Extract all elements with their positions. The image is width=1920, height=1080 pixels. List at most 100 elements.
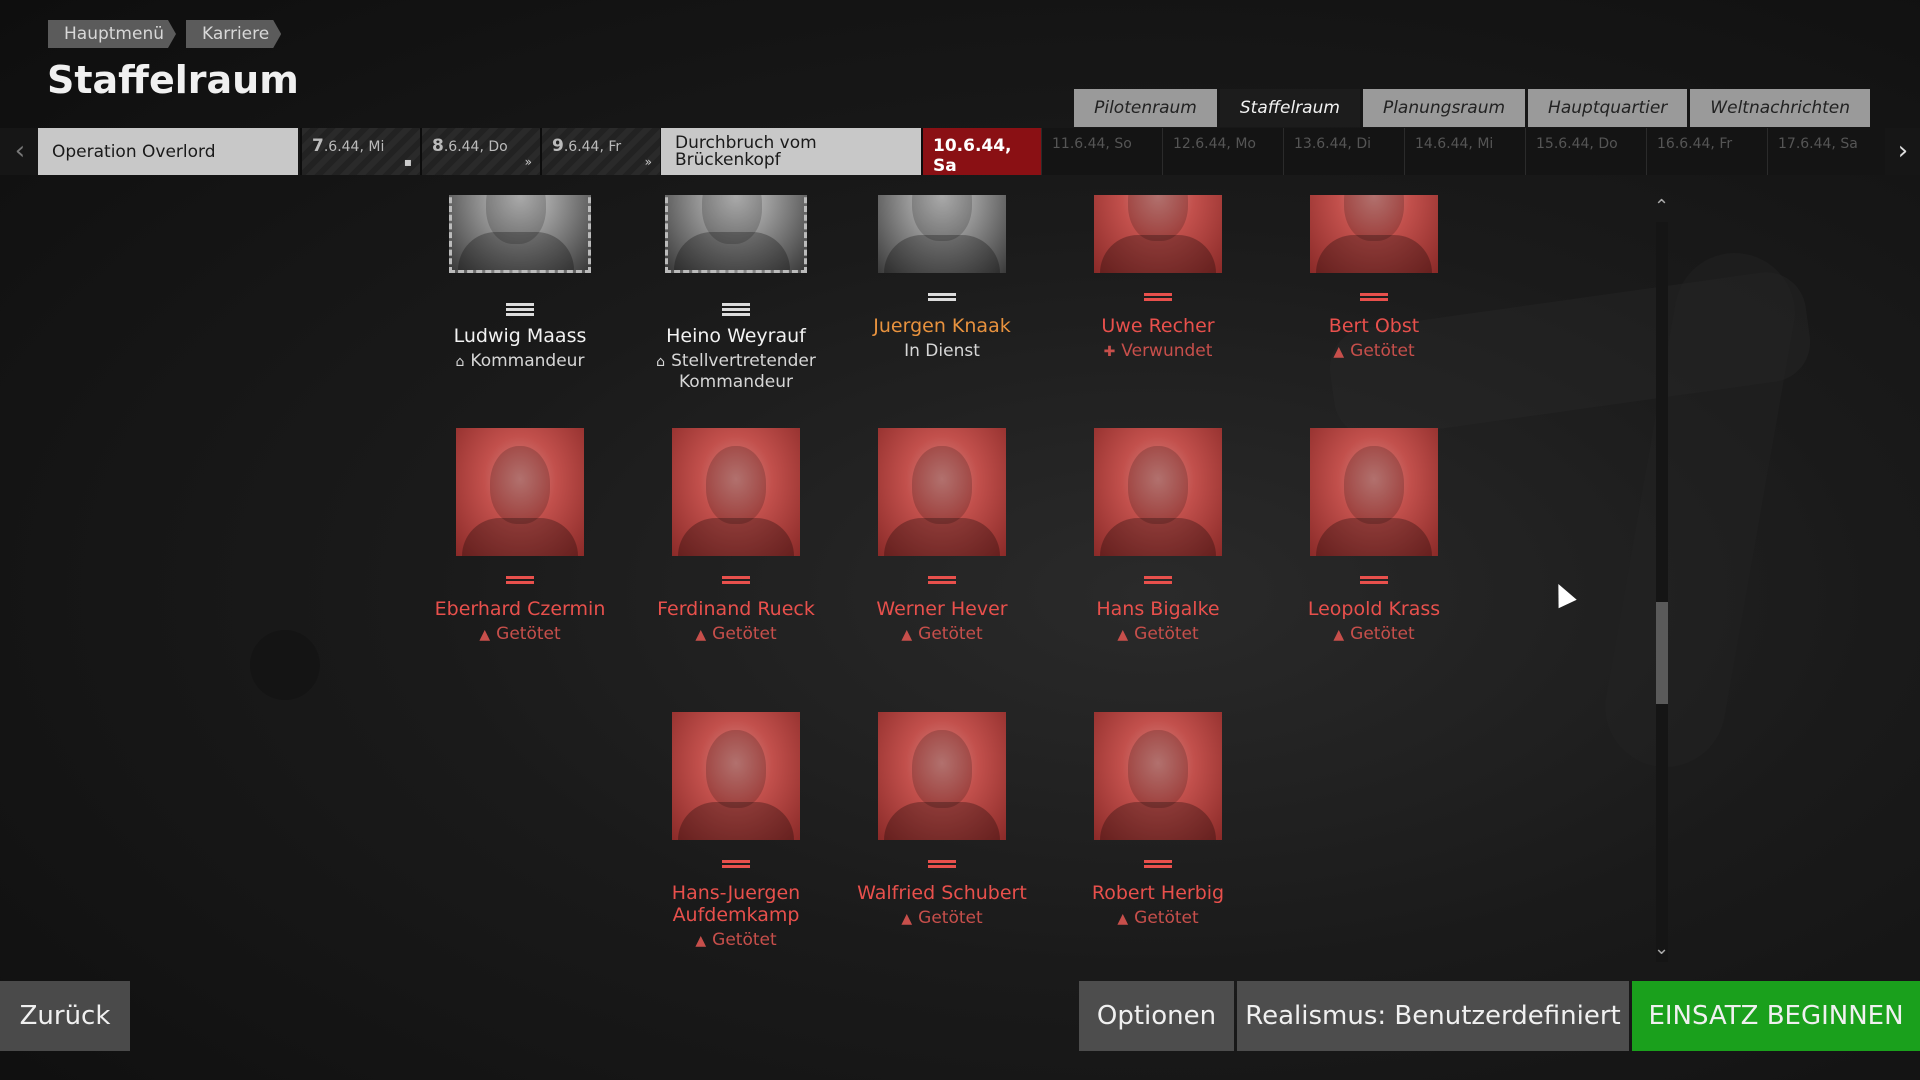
pilot-status: ▲ Getötet xyxy=(695,624,777,644)
rank-insignia-icon xyxy=(1144,293,1172,305)
gravestone-icon: ▲ xyxy=(695,627,707,643)
pilot-card[interactable]: Eberhard Czermin ▲ Getötet xyxy=(410,428,630,645)
rank-insignia-icon xyxy=(1144,860,1172,872)
timeline-day[interactable]: 7.6.44, Mi ▪ xyxy=(300,128,420,175)
rank-insignia-icon xyxy=(1144,576,1172,588)
medical-cross-icon: ✚ xyxy=(1103,344,1116,360)
pilot-portrait xyxy=(449,195,591,273)
pilot-status: In Dienst xyxy=(904,341,980,361)
day-label: .6.44, Do xyxy=(443,139,508,155)
start-mission-button[interactable]: EINSATZ BEGINNEN xyxy=(1632,981,1920,1051)
pilot-card[interactable]: Uwe Recher ✚ Verwundet xyxy=(1048,195,1268,362)
day-label: 16.6.44, Fr xyxy=(1657,136,1733,152)
timeline-day[interactable]: 14.6.44, Mi xyxy=(1404,128,1525,175)
pilot-status: ✚ Verwundet xyxy=(1103,341,1213,361)
timeline-day[interactable]: 8.6.44, Do » xyxy=(420,128,540,175)
pilot-card[interactable]: Leopold Krass ▲ Getötet xyxy=(1264,428,1484,645)
day-number: 7 xyxy=(312,136,324,156)
gravestone-icon: ▲ xyxy=(1117,627,1129,643)
realism-button[interactable]: Realismus: Benutzerdefiniert xyxy=(1237,981,1629,1051)
pilot-status: ⌂ Kommandeur xyxy=(455,351,585,371)
timeline-operation-overlord[interactable]: Operation Overlord xyxy=(38,128,298,175)
pilot-status: ▲ Getötet xyxy=(901,908,983,928)
pilot-portrait xyxy=(878,195,1006,273)
gravestone-icon: ▲ xyxy=(1333,344,1345,360)
pilot-card[interactable]: Ferdinand Rueck ▲ Getötet xyxy=(626,428,846,645)
pilot-name: Robert Herbig xyxy=(1091,882,1225,904)
pilot-name: Heino Weyrauf xyxy=(666,325,806,347)
day-label: 15.6.44, Do xyxy=(1536,136,1618,152)
pilot-status: ▲ Getötet xyxy=(1117,624,1199,644)
timeline-day[interactable]: 16.6.44, Fr xyxy=(1646,128,1767,175)
rank-insignia-icon xyxy=(722,860,750,872)
pilot-name: Ludwig Maass xyxy=(453,325,587,347)
pilot-card[interactable]: Juergen Knaak In Dienst xyxy=(832,195,1052,361)
background-wheel xyxy=(250,630,320,700)
rank-insignia-icon xyxy=(1360,576,1388,588)
timeline-day[interactable]: 13.6.44, Di xyxy=(1283,128,1404,175)
rank-insignia-icon xyxy=(722,303,750,316)
tab-pilotenraum[interactable]: Pilotenraum xyxy=(1074,89,1217,127)
timeline-operation-breakout[interactable]: Durchbruch vom Brückenkopf xyxy=(661,128,921,175)
campaign-timeline: ‹ Operation Overlord 7.6.44, Mi ▪ 8.6.44… xyxy=(0,128,1920,176)
tab-planungsraum[interactable]: Planungsraum xyxy=(1362,89,1526,127)
timeline-day[interactable]: 12.6.44, Mo xyxy=(1162,128,1283,175)
pilot-portrait xyxy=(878,428,1006,556)
pilot-name: Werner Hever xyxy=(876,598,1008,620)
pilot-name: Hans-Juergen Aufdemkamp xyxy=(671,882,801,926)
timeline-day[interactable]: 11.6.44, So xyxy=(1041,128,1162,175)
pilot-card[interactable]: Werner Hever ▲ Getötet xyxy=(832,428,1052,645)
page-title: Staffelraum xyxy=(47,58,299,102)
gravestone-icon: ▲ xyxy=(1117,911,1129,927)
pilot-name: Hans Bigalke xyxy=(1096,598,1220,620)
back-button[interactable]: Zurück xyxy=(0,981,130,1051)
scrollbar-thumb[interactable] xyxy=(1656,602,1668,704)
timeline-day[interactable]: 17.6.44, Sa xyxy=(1767,128,1885,175)
breadcrumb-main-menu[interactable]: Hauptmenü xyxy=(48,20,176,48)
pilot-portrait xyxy=(1310,195,1438,273)
day-label: .6.44, Mi xyxy=(323,139,385,155)
pilot-status: ▲ Getötet xyxy=(479,624,561,644)
options-button[interactable]: Optionen xyxy=(1079,981,1234,1051)
pilot-card[interactable]: Ludwig Maass ⌂ Kommandeur xyxy=(410,195,630,372)
scroll-up-icon[interactable]: ⌃ xyxy=(1654,196,1669,217)
pilot-portrait xyxy=(456,428,584,556)
roster-scrollbar[interactable] xyxy=(1656,222,1668,962)
timeline-day[interactable]: 15.6.44, Do xyxy=(1525,128,1646,175)
rank-insignia-icon xyxy=(506,303,534,316)
pilot-name: Ferdinand Rueck xyxy=(657,598,815,620)
timeline-prev-icon[interactable]: ‹ xyxy=(5,128,35,175)
room-tabs: Pilotenraum Staffelraum Planungsraum Hau… xyxy=(1071,89,1870,127)
tab-weltnachrichten[interactable]: Weltnachrichten xyxy=(1690,89,1870,127)
rank-insignia-icon xyxy=(506,576,534,588)
timeline-next-icon[interactable]: › xyxy=(1888,128,1918,175)
pilot-name: Leopold Krass xyxy=(1307,598,1441,620)
day-label: 17.6.44, Sa xyxy=(1778,136,1858,152)
day-label: 12.6.44, Mo xyxy=(1173,136,1256,152)
pilot-card[interactable]: Hans-Juergen Aufdemkamp ▲ Getötet xyxy=(626,712,846,951)
officer-cap-icon: ⌂ xyxy=(455,354,465,370)
pilot-card[interactable]: Hans Bigalke ▲ Getötet xyxy=(1048,428,1268,645)
pilot-card[interactable]: Walfried Schubert ▲ Getötet xyxy=(832,712,1052,929)
pilot-card[interactable]: Robert Herbig ▲ Getötet xyxy=(1048,712,1268,929)
scroll-down-icon[interactable]: ⌄ xyxy=(1654,938,1669,959)
pilot-status: ▲ Getötet xyxy=(695,930,777,950)
pilot-portrait xyxy=(1094,195,1222,273)
timeline-day-current[interactable]: 10.6.44, Sa xyxy=(921,128,1041,176)
pilot-card[interactable]: Heino Weyrauf ⌂ Stellvertretender Kommand… xyxy=(606,195,866,392)
tab-staffelraum[interactable]: Staffelraum xyxy=(1219,89,1360,127)
rank-insignia-icon xyxy=(928,576,956,588)
day-number: 9 xyxy=(552,136,564,156)
pilot-name: Bert Obst xyxy=(1328,315,1420,337)
breadcrumb: Hauptmenü Karriere xyxy=(48,20,291,48)
timeline-day[interactable]: 9.6.44, Fr » xyxy=(540,128,660,175)
rank-insignia-icon xyxy=(1360,293,1388,305)
gravestone-icon: ▲ xyxy=(901,911,913,927)
pilot-name: Eberhard Czermin xyxy=(434,598,606,620)
pilot-status: ▲ Getötet xyxy=(901,624,983,644)
pilot-card[interactable]: Bert Obst ▲ Getötet xyxy=(1264,195,1484,362)
breadcrumb-career[interactable]: Karriere xyxy=(186,20,281,48)
tab-hauptquartier[interactable]: Hauptquartier xyxy=(1528,89,1688,127)
fast-forward-icon: » xyxy=(524,155,532,169)
pilot-portrait xyxy=(672,428,800,556)
